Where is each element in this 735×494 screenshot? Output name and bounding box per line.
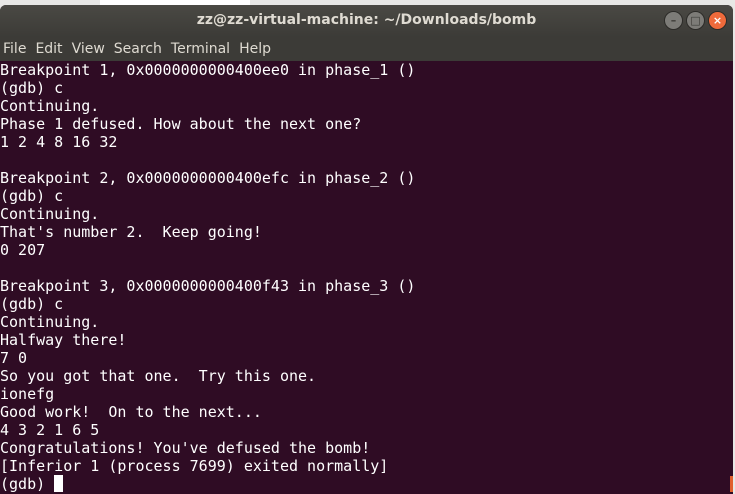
- terminal-line: [Inferior 1 (process 7699) exited normal…: [0, 457, 389, 475]
- terminal-line: Breakpoint 3, 0x0000000000400f43 in phas…: [0, 277, 416, 295]
- gdb-prompt: (gdb): [0, 475, 55, 493]
- maximize-icon[interactable]: □: [686, 11, 705, 30]
- terminal-line: Continuing.: [0, 205, 100, 223]
- close-icon[interactable]: ×: [708, 11, 727, 30]
- terminal-line: Congratulations! You've defused the bomb…: [0, 439, 371, 457]
- scrollbar[interactable]: [727, 61, 733, 494]
- terminal-line: (gdb) c: [0, 187, 64, 205]
- terminal-line: 1 2 4 8 16 32: [0, 133, 118, 151]
- terminal-line: Continuing.: [0, 313, 100, 331]
- menu-view[interactable]: View: [72, 41, 105, 57]
- terminal-line: Phase 1 defused. How about the next one?: [0, 115, 362, 133]
- terminal-line: Breakpoint 1, 0x0000000000400ee0 in phas…: [0, 61, 416, 79]
- scrollbar-thumb[interactable]: [730, 476, 733, 492]
- menu-search[interactable]: Search: [114, 41, 162, 57]
- terminal-line: Halfway there!: [0, 331, 127, 349]
- terminal-line: ionefg: [0, 385, 55, 403]
- window-title: zz@zz-virtual-machine: ~/Downloads/bomb: [196, 12, 537, 28]
- terminal-output[interactable]: Breakpoint 1, 0x0000000000400ee0 in phas…: [0, 61, 727, 494]
- menu-terminal[interactable]: Terminal: [171, 41, 230, 57]
- prompt-line[interactable]: (gdb): [0, 475, 727, 493]
- terminal-line: 4 3 2 1 6 5: [0, 421, 100, 439]
- terminal-line: Breakpoint 2, 0x0000000000400efc in phas…: [0, 169, 416, 187]
- terminal-line: Good work! On to the next...: [0, 403, 262, 421]
- terminal-line: 7 0: [0, 349, 28, 367]
- terminal-line: 0 207: [0, 241, 46, 259]
- title-bar[interactable]: zz@zz-virtual-machine: ~/Downloads/bomb …: [0, 5, 733, 37]
- terminal-line: So you got that one. Try this one.: [0, 367, 317, 385]
- terminal-line: That's number 2. Keep going!: [0, 223, 262, 241]
- terminal-line: (gdb) c: [0, 79, 64, 97]
- terminal-line: (gdb) c: [0, 295, 64, 313]
- menu-edit[interactable]: Edit: [35, 41, 62, 57]
- menu-file[interactable]: File: [3, 41, 26, 57]
- menu-help[interactable]: Help: [239, 41, 271, 57]
- cursor: [54, 475, 64, 492]
- menu-bar: File Edit View Search Terminal Help: [0, 37, 733, 61]
- terminal-line: Continuing.: [0, 97, 100, 115]
- minimize-icon[interactable]: –: [664, 11, 683, 30]
- terminal-window: zz@zz-virtual-machine: ~/Downloads/bomb …: [0, 5, 733, 494]
